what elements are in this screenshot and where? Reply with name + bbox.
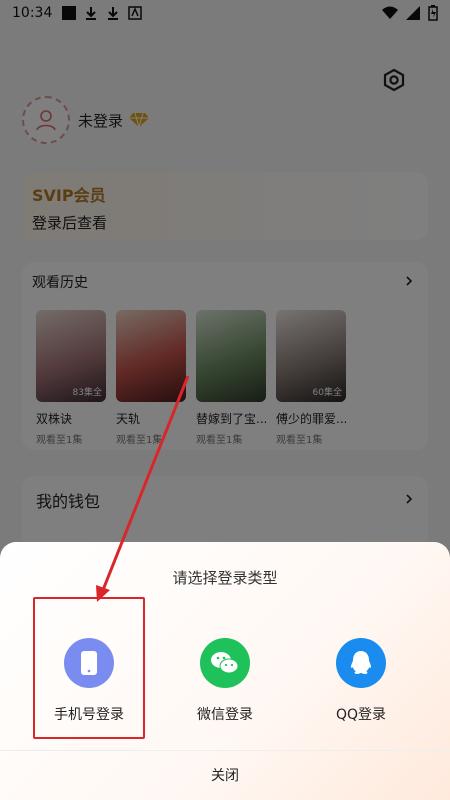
sheet-title: 请选择登录类型 [172, 569, 278, 587]
highlight-box [33, 597, 145, 739]
qq-login-label: QQ登录 [335, 707, 387, 723]
wechat-icon[interactable] [200, 638, 250, 688]
qq-login-option[interactable]: QQ登录 [301, 638, 421, 724]
wechat-login-label: 微信登录 [197, 707, 253, 723]
close-button[interactable]: 关闭 [0, 758, 450, 794]
qq-icon[interactable] [336, 638, 386, 688]
divider [0, 750, 450, 751]
wechat-login-option[interactable]: 微信登录 [165, 638, 285, 724]
